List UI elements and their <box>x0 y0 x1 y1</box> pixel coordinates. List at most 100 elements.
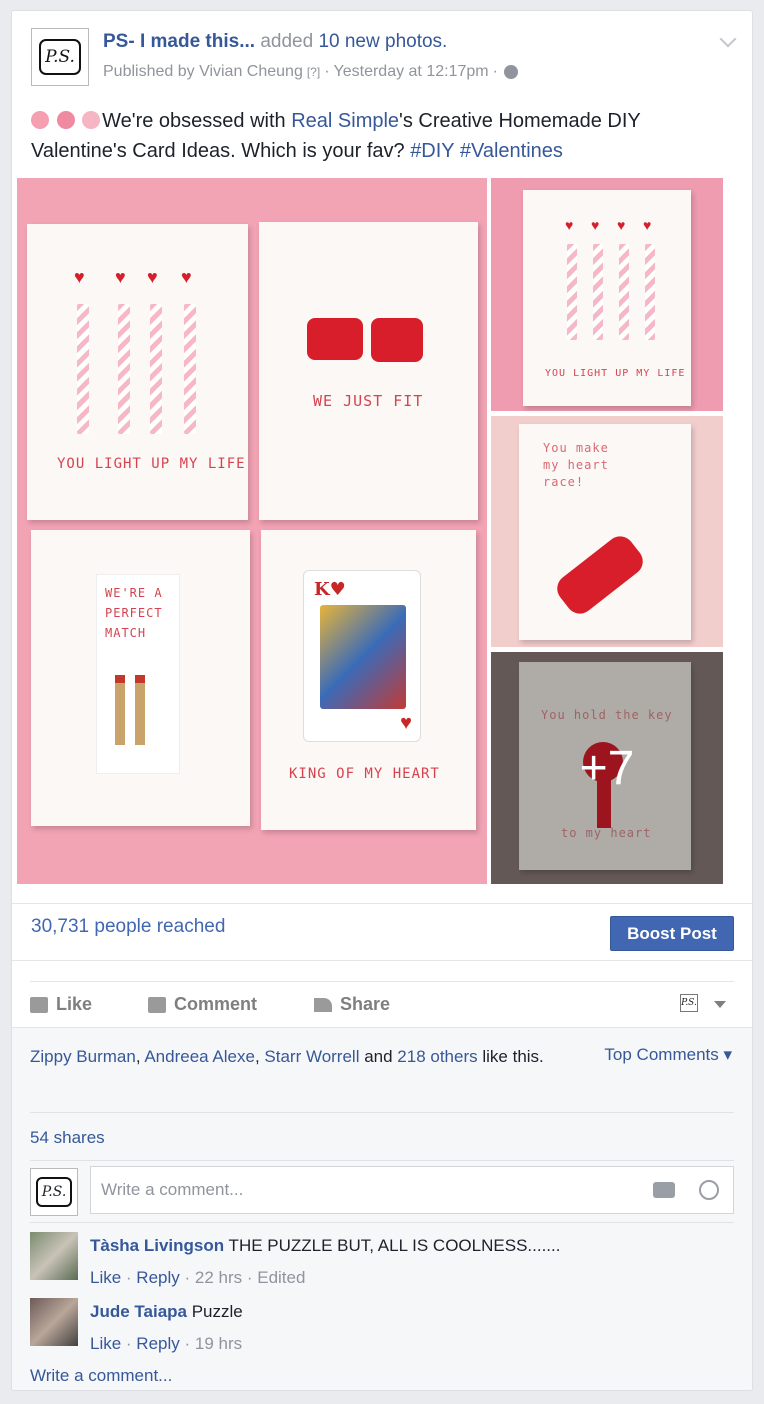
heart-icon: ♥ <box>115 267 126 287</box>
caret-down-icon[interactable] <box>714 1001 726 1008</box>
photo-small-1[interactable]: ♥ ♥ ♥ ♥ YOU LIGHT UP MY LIFE <box>491 178 723 411</box>
top-comments-dropdown[interactable]: Top Comments ▾ <box>604 1045 732 1065</box>
published-by[interactable]: Published by Vivian Cheung <box>103 63 303 81</box>
post-timestamp[interactable]: Yesterday at 12:17pm <box>334 63 489 81</box>
photo-small-3[interactable]: You hold the key to my heart +7 <box>491 652 723 884</box>
comment-body: Jude Taiapa Puzzle <box>90 1300 243 1324</box>
people-reached[interactable]: 30,731 people reached <box>31 916 225 938</box>
heart-emoji-icon <box>31 111 49 129</box>
page-name-link[interactable]: PS- I made this... <box>103 31 255 52</box>
comment-author[interactable]: Jude Taiapa <box>90 1302 187 1321</box>
dot-separator-2: · <box>492 63 498 80</box>
photo-main[interactable]: ♥ ♥ ♥ ♥ YOU LIGHT UP MY LIFE WE JUST FIT… <box>17 178 487 884</box>
liker-link[interactable]: Andreea Alexe <box>144 1047 255 1066</box>
toy-car-icon <box>551 530 649 620</box>
like-label: Like <box>56 994 93 1014</box>
divider <box>30 1112 734 1113</box>
liker-link[interactable]: Starr Worrell <box>264 1047 359 1066</box>
comment-text: THE PUZZLE BUT, ALL IS COOLNESS....... <box>224 1236 561 1255</box>
likes-separator: , <box>254 1047 265 1066</box>
share-label: Share <box>340 994 391 1014</box>
photos-link[interactable]: 10 new photos. <box>318 31 447 52</box>
globe-icon[interactable] <box>503 65 518 79</box>
dot-separator: · <box>324 63 330 80</box>
card-caption: YOU LIGHT UP MY LIFE <box>57 456 246 472</box>
playing-card: K♥ ♥ <box>303 570 421 742</box>
hashtag-diy[interactable]: #DIY <box>410 140 454 162</box>
heart-icon: ♥ <box>617 217 626 233</box>
shares-count[interactable]: 54 shares <box>30 1128 105 1148</box>
candle <box>77 304 89 434</box>
boost-post-button[interactable]: Boost Post <box>610 916 734 951</box>
hashtag-valentines[interactable]: #Valentines <box>460 140 563 162</box>
comment-like-link[interactable]: Like <box>90 1268 121 1287</box>
card-puzzle: WE JUST FIT <box>259 222 478 520</box>
post-subline: Published by Vivian Cheung [?] · Yesterd… <box>103 63 518 81</box>
comment-label: Comment <box>174 994 258 1014</box>
comment-edited[interactable]: Edited <box>257 1268 305 1287</box>
comment-button[interactable]: Comment <box>148 994 257 1015</box>
comment-meta: Like · Reply · 19 hrs <box>90 1334 243 1353</box>
comment-time[interactable]: 19 hrs <box>195 1334 242 1353</box>
king-face <box>320 605 406 709</box>
candle <box>567 244 577 340</box>
liker-link[interactable]: Zippy Burman <box>30 1047 136 1066</box>
heart-icon: ♥ <box>147 267 158 287</box>
avatar[interactable] <box>30 1232 78 1280</box>
more-photos-overlay[interactable]: +7 <box>491 652 723 884</box>
card-candles: ♥ ♥ ♥ ♥ YOU LIGHT UP MY LIFE <box>27 224 248 520</box>
candle <box>645 244 655 340</box>
photo-small-2[interactable]: You make my heart race! <box>491 416 723 647</box>
comment-author[interactable]: Tàsha Livingson <box>90 1236 224 1255</box>
candle <box>184 304 196 434</box>
comment-reply-link[interactable]: Reply <box>136 1268 179 1287</box>
heart-icon: ♥ <box>591 217 600 233</box>
thumbs-up-icon <box>30 996 48 1013</box>
insights-row: 30,731 people reached Boost Post <box>12 903 752 961</box>
card-car: You make my heart race! <box>519 424 691 640</box>
comment-placeholder: Write a comment... <box>101 1180 244 1199</box>
comment-text: Puzzle <box>187 1302 243 1321</box>
heart-icon: ♥ <box>565 217 574 233</box>
photo-grid: ♥ ♥ ♥ ♥ YOU LIGHT UP MY LIFE WE JUST FIT… <box>17 178 723 884</box>
heart-icon: ♥ <box>643 217 652 233</box>
card-caption: WE'RE A PERFECT MATCH <box>105 586 163 640</box>
commenter-avatar-logo: P.S. <box>36 1177 72 1207</box>
post-text: We're obsessed with Real Simple's Creati… <box>31 106 731 166</box>
match-icon <box>135 675 145 745</box>
likes-summary: Zippy Burman, Andreea Alexe, Starr Worre… <box>30 1045 550 1069</box>
comment-reply-link[interactable]: Reply <box>136 1334 179 1353</box>
card-caption: KING OF MY HEART <box>289 766 440 782</box>
share-button[interactable]: Share <box>314 994 390 1015</box>
heart-icon: ♥ <box>181 267 192 287</box>
commenter-avatar: P.S. <box>30 1168 78 1216</box>
action-bar: Like Comment Share P.S. <box>30 981 734 1027</box>
camera-icon[interactable] <box>653 1182 675 1198</box>
like-button[interactable]: Like <box>30 994 92 1015</box>
smiley-icon[interactable] <box>699 1180 719 1200</box>
card-matches: WE'RE A PERFECT MATCH <box>31 530 250 826</box>
card-caption: WE JUST FIT <box>313 392 424 410</box>
avatar[interactable] <box>30 1298 78 1346</box>
match-icon <box>115 675 125 745</box>
card-caption: You make my heart race! <box>543 441 609 489</box>
write-comment-link[interactable]: Write a comment... <box>30 1366 172 1386</box>
candle <box>593 244 603 340</box>
comment-input[interactable]: Write a comment... <box>90 1166 734 1214</box>
comment-body: Tàsha Livingson THE PUZZLE BUT, ALL IS C… <box>90 1234 560 1258</box>
page-avatar[interactable]: P.S. <box>31 28 89 86</box>
comment-like-link[interactable]: Like <box>90 1334 121 1353</box>
puzzle-piece-icon <box>307 318 363 360</box>
post-as-avatar[interactable]: P.S. <box>680 994 698 1012</box>
share-arrow-icon <box>314 997 332 1012</box>
comment-meta: Like · Reply · 22 hrs · Edited <box>90 1268 306 1287</box>
real-simple-link[interactable]: Real Simple <box>291 110 399 132</box>
others-link[interactable]: 218 others <box>397 1047 477 1066</box>
comment-time[interactable]: 22 hrs <box>195 1268 242 1287</box>
heart-icon: ♥ <box>400 712 412 734</box>
puzzle-piece-icon <box>371 318 423 362</box>
candle <box>118 304 130 434</box>
chevron-down-icon[interactable] <box>719 30 737 48</box>
action-verb: added <box>260 31 314 52</box>
help-mark[interactable]: [?] <box>307 65 320 79</box>
